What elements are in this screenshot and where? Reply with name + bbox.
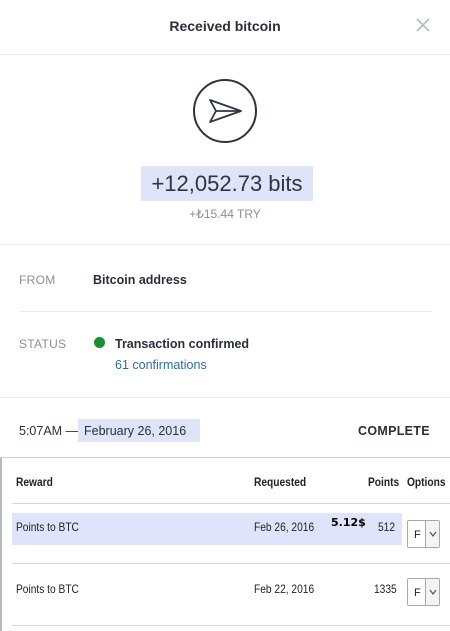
column-header-options: Options [407, 475, 446, 489]
status-label: STATUS [19, 337, 67, 351]
amount-fiat: +₺15.44 TRY [189, 207, 261, 221]
option-select-value: F [414, 587, 421, 599]
send-icon [193, 79, 257, 143]
table-cell-points: 512 [378, 520, 396, 534]
column-header-reward: Reward [16, 475, 53, 489]
option-select[interactable]: F [407, 520, 440, 548]
table-row-divider [12, 625, 450, 626]
transaction-state: COMPLETE [358, 424, 430, 438]
details-divider [19, 311, 432, 312]
amount-bits: +12,052.73 bits [141, 166, 313, 201]
from-label: FROM [19, 273, 56, 287]
option-select-button[interactable] [425, 579, 439, 605]
table-cell-reward: Points to BTC [16, 582, 79, 596]
table-row-divider [12, 563, 450, 564]
transaction-date: February 26, 2016 [84, 424, 187, 438]
table-top-border [0, 457, 450, 458]
status-indicator-dot [94, 337, 105, 348]
table-left-border [0, 458, 2, 631]
dialog-header: Received bitcoin [0, 0, 450, 55]
confirmations-link[interactable]: 61 confirmations [115, 358, 207, 372]
table-cell-points: 1335 [374, 582, 397, 596]
table-cell-requested: Feb 22, 2016 [254, 582, 315, 596]
column-header-requested: Requested [254, 475, 307, 489]
table-cell-reward: Points to BTC [16, 520, 79, 534]
value-badge: 5.12$ [331, 516, 366, 529]
option-select-button[interactable] [425, 521, 439, 547]
dialog-title: Received bitcoin [169, 18, 281, 34]
option-select-value: F [414, 529, 421, 541]
table-cell-requested: Feb 26, 2016 [254, 520, 315, 534]
status-value: Transaction confirmed [115, 337, 250, 351]
transaction-time: 5:07AM — [19, 424, 79, 438]
option-select[interactable]: F [407, 578, 440, 606]
from-value: Bitcoin address [93, 273, 187, 287]
chevron-down-icon [429, 589, 437, 595]
section-divider [0, 244, 450, 245]
column-header-points: Points [368, 475, 400, 489]
section-divider [0, 397, 450, 398]
table-header-divider [12, 503, 450, 504]
chevron-down-icon [429, 531, 437, 537]
close-icon[interactable] [412, 14, 434, 36]
